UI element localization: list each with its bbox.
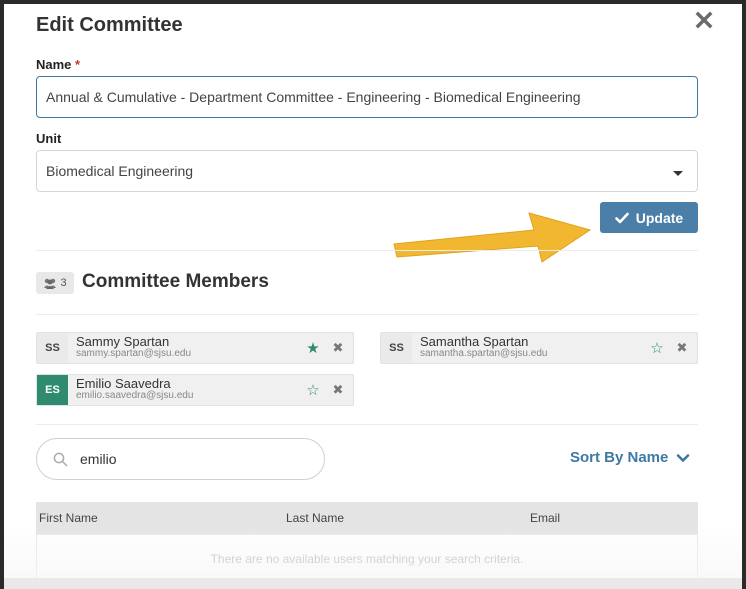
section-divider xyxy=(36,314,698,315)
section-divider xyxy=(36,250,698,251)
member-count: 3 xyxy=(60,277,67,289)
name-input[interactable]: Annual & Cumulative - Department Committ… xyxy=(36,76,698,118)
column-header-email[interactable]: Email xyxy=(530,511,560,525)
star-outline-icon[interactable]: ☆ xyxy=(647,339,667,357)
avatar: ES xyxy=(37,375,68,405)
sort-label: Sort By Name xyxy=(570,449,669,466)
remove-member-icon[interactable]: ✖ xyxy=(323,340,353,356)
search-input-value: emilio xyxy=(80,451,117,467)
empty-message: There are no available users matching yo… xyxy=(210,552,524,566)
sort-dropdown[interactable]: Sort By Name xyxy=(570,449,690,466)
member-info: Sammy Spartan sammy.spartan@sjsu.edu xyxy=(76,334,303,360)
column-header-last-name[interactable]: Last Name xyxy=(286,511,344,525)
star-filled-icon[interactable]: ★ xyxy=(303,339,323,357)
required-marker: * xyxy=(75,57,81,72)
member-name: Samantha Spartan xyxy=(420,334,529,349)
avatar: SS xyxy=(381,333,412,363)
users-icon xyxy=(44,278,57,289)
edit-committee-dialog: Edit Committee Name * Annual & Cumulativ… xyxy=(4,4,742,589)
member-chip: SS Sammy Spartan sammy.spartan@sjsu.edu … xyxy=(36,332,354,364)
unit-select-value: Biomedical Engineering xyxy=(46,163,194,179)
member-chip: SS Samantha Spartan samantha.spartan@sjs… xyxy=(380,332,698,364)
member-count-badge: 3 xyxy=(36,272,74,294)
table-empty-state: There are no available users matching yo… xyxy=(36,534,698,584)
remove-member-icon[interactable]: ✖ xyxy=(667,340,697,356)
user-search-input[interactable]: emilio xyxy=(36,438,325,480)
unit-select[interactable]: Biomedical Engineering xyxy=(36,150,698,192)
update-button[interactable]: Update xyxy=(600,202,698,233)
annotation-arrow-icon xyxy=(393,212,592,263)
avatar: SS xyxy=(37,333,68,363)
update-button-label: Update xyxy=(635,209,684,226)
member-chip: ES Emilio Saavedra emilio.saavedra@sjsu.… xyxy=(36,374,354,406)
search-icon xyxy=(53,452,68,466)
member-info: Samantha Spartan samantha.spartan@sjsu.e… xyxy=(420,334,647,360)
chevron-down-icon xyxy=(677,453,690,462)
chevron-down-icon xyxy=(673,171,683,176)
unit-label: Unit xyxy=(36,131,62,146)
remove-member-icon[interactable]: ✖ xyxy=(323,382,353,398)
name-input-value: Annual & Cumulative - Department Committ… xyxy=(46,89,581,105)
dialog-title: Edit Committee xyxy=(36,14,183,36)
member-email: emilio.saavedra@sjsu.edu xyxy=(76,390,194,401)
committee-members-title: Committee Members xyxy=(82,271,269,292)
name-label-text: Name xyxy=(36,57,72,72)
close-icon[interactable] xyxy=(694,10,714,30)
star-outline-icon[interactable]: ☆ xyxy=(303,381,323,399)
member-email: samantha.spartan@sjsu.edu xyxy=(420,348,548,359)
dialog-footer-bar xyxy=(4,578,742,589)
member-info: Emilio Saavedra emilio.saavedra@sjsu.edu xyxy=(76,376,303,402)
section-divider xyxy=(36,424,698,425)
column-header-first-name[interactable]: First Name xyxy=(39,511,98,525)
member-email: sammy.spartan@sjsu.edu xyxy=(76,348,192,359)
member-name: Sammy Spartan xyxy=(76,334,170,349)
member-name: Emilio Saavedra xyxy=(76,376,171,391)
table-header: First Name Last Name Email xyxy=(36,502,698,534)
check-icon xyxy=(614,212,629,223)
name-label: Name * xyxy=(36,57,80,72)
